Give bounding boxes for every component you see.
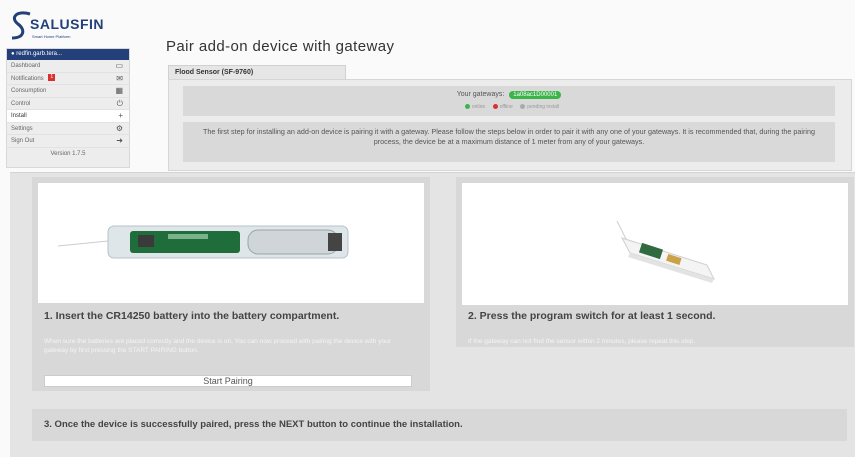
gateways-box: Your gateways: 1a08ac1D00001 online offl… — [183, 86, 835, 116]
sensor-battery-illustration — [57, 225, 349, 259]
online-dot-icon — [464, 104, 470, 110]
app-version: Version 1.7.5 — [50, 150, 86, 157]
notification-badge: 1 — [48, 74, 56, 82]
salusfin-logo[interactable]: SALUSFIN Smart Home Platform — [8, 8, 138, 42]
sidebar-item-dashboard[interactable]: Dashboard ▭ — [7, 60, 129, 73]
battery-image — [38, 183, 424, 303]
sidebar-item-settings[interactable]: Settings ⚙ — [7, 123, 129, 135]
gear-icon: ⚙ — [115, 123, 123, 133]
sensor-switch-illustration — [616, 220, 715, 283]
plus-icon: + — [118, 111, 123, 120]
signout-icon: ➜ — [116, 136, 123, 145]
gateway-panel: Your gateways: 1a08ac1D00001 online offl… — [168, 79, 852, 171]
logo-subtitle: Smart Home Platform — [32, 34, 71, 39]
sidebar-item-label: Sign Out — [11, 138, 35, 144]
power-icon: ⏻ — [116, 98, 123, 108]
gateways-label: Your gateways: — [456, 91, 505, 98]
step-card-1: 1. Insert the CR14250 battery into the b… — [32, 177, 430, 391]
pending-dot-icon — [520, 104, 526, 110]
page: SALUSFIN Smart Home Platform ● redfin.ga… — [0, 0, 855, 457]
sidebar-user[interactable]: ● redfin.garb.tera... — [7, 49, 129, 60]
program-switch-image — [462, 183, 848, 305]
legend-online: online — [471, 104, 486, 110]
step-2-heading: 2. Press the program switch for at least… — [468, 310, 716, 322]
step-1-description: When sure the batteries are placed corre… — [44, 338, 391, 354]
gateway-chip[interactable]: 1a08ac1D00001 — [509, 91, 562, 99]
pairing-info-text: The first step for installing an add-on … — [183, 122, 835, 162]
monitor-icon: ▭ — [115, 61, 123, 70]
sidebar-item-label: Settings — [11, 125, 33, 132]
sidebar-item-label: Control — [11, 100, 31, 107]
sidebar-item-label: Notifications — [11, 75, 44, 82]
steps-panel: 1. Insert the CR14250 battery into the b… — [10, 172, 855, 457]
sidebar-item-label: Install — [11, 113, 27, 119]
start-pairing-button[interactable]: Start Pairing — [44, 375, 412, 387]
legend-offline: offline — [499, 104, 513, 110]
sidebar-user-label: redfin.garb.tera... — [16, 51, 62, 57]
sidebar-item-notifications[interactable]: Notifications 1 ✉ — [7, 73, 129, 85]
step-1-heading: 1. Insert the CR14250 battery into the b… — [44, 310, 340, 322]
sidebar-item-signout[interactable]: Sign Out ➜ — [7, 135, 129, 148]
sidebar: ● redfin.garb.tera... Dashboard ▭ Notifi… — [6, 48, 130, 168]
step-2-description: If the gateway can not find the sensor w… — [468, 338, 696, 345]
sidebar-item-label: Consumption — [11, 88, 47, 94]
logo-text: SALUSFIN — [30, 16, 104, 32]
gateway-legend: online offline pending install — [183, 104, 835, 110]
tab-device[interactable]: Flood Sensor (SF-9760) — [168, 65, 346, 79]
gateways-line: Your gateways: 1a08ac1D00001 — [183, 91, 835, 99]
step-card-2: 2. Press the program switch for at least… — [456, 177, 854, 347]
sidebar-item-install[interactable]: Install + — [7, 110, 129, 123]
sidebar-item-consumption[interactable]: Consumption ▦ — [7, 85, 129, 98]
step-3-instruction: 3. Once the device is successfully paire… — [32, 409, 847, 441]
user-icon: ● — [11, 51, 15, 57]
offline-dot-icon — [492, 104, 498, 110]
sidebar-item-control[interactable]: Control ⏻ — [7, 98, 129, 110]
legend-pending: pending install — [527, 104, 560, 110]
envelope-icon: ✉ — [116, 73, 123, 83]
page-title: Pair add-on device with gateway — [166, 38, 395, 55]
sidebar-item-label: Dashboard — [11, 63, 41, 69]
calendar-icon: ▦ — [115, 86, 123, 95]
